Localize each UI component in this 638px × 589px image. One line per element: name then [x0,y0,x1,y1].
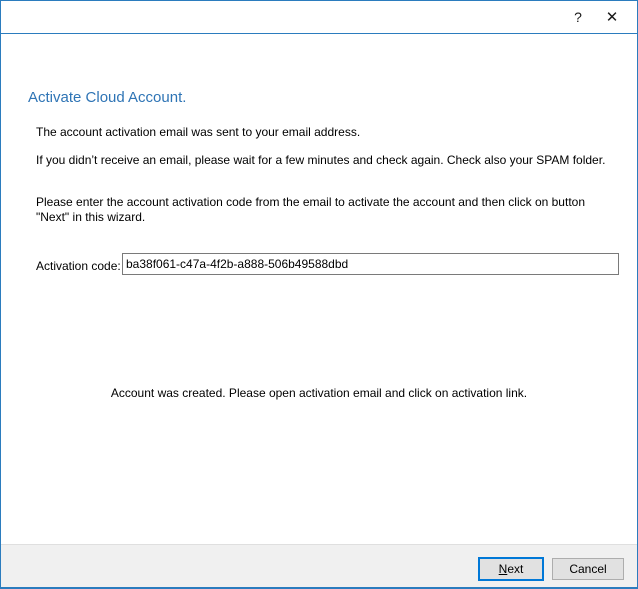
titlebar: ? ✕ [1,1,637,34]
footer: Next Cancel [1,544,637,587]
status-message: Account was created. Please open activat… [1,386,637,400]
close-icon[interactable]: ✕ [595,3,629,31]
instruction-email-sent: The account activation email was sent to… [36,125,360,140]
help-icon[interactable]: ? [561,3,595,31]
cancel-button[interactable]: Cancel [552,558,624,580]
instruction-enter-code: Please enter the account activation code… [36,195,616,225]
page-title: Activate Cloud Account. [28,89,186,106]
activation-code-label: Activation code: [36,259,121,273]
next-button[interactable]: Next [478,557,544,581]
activate-cloud-account-dialog: ? ✕ Activate Cloud Account. The account … [0,0,638,589]
next-button-label: Next [499,562,524,576]
instruction-check-spam: If you didn’t receive an email, please w… [36,153,605,168]
activation-code-input[interactable] [122,253,619,275]
